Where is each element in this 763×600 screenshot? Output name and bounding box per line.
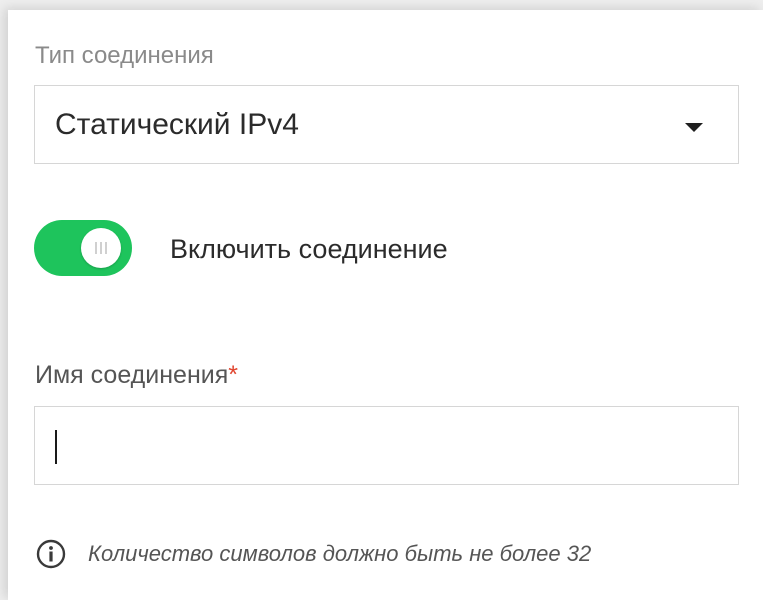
- connection-type-label: Тип соединения: [35, 42, 214, 69]
- hint-text: Количество символов должно быть не более…: [88, 541, 592, 566]
- enable-connection-label: Включить соединение: [170, 234, 448, 264]
- knob-grip-line: [105, 242, 107, 254]
- connection-name-input[interactable]: [34, 406, 739, 485]
- knob-grip-line: [95, 242, 97, 254]
- connection-name-label-text: Имя соединения: [35, 361, 229, 389]
- enable-connection-toggle[interactable]: [34, 220, 132, 276]
- caret-down-icon: [685, 123, 703, 132]
- connection-type-select[interactable]: Статический IPv4: [34, 85, 739, 164]
- info-icon: [36, 539, 66, 569]
- text-cursor: [55, 430, 57, 464]
- required-asterisk: *: [228, 361, 238, 389]
- connection-name-label: Имя соединения*: [35, 361, 238, 389]
- toggle-knob: [81, 228, 121, 268]
- connection-type-value: Статический IPv4: [55, 108, 299, 141]
- enable-connection-row: Включить соединение: [34, 220, 554, 276]
- hint-row: Количество символов должно быть не более…: [36, 537, 736, 571]
- connection-settings-panel: Тип соединения Статический IPv4 Включить…: [8, 10, 763, 600]
- knob-grip-line: [100, 242, 102, 254]
